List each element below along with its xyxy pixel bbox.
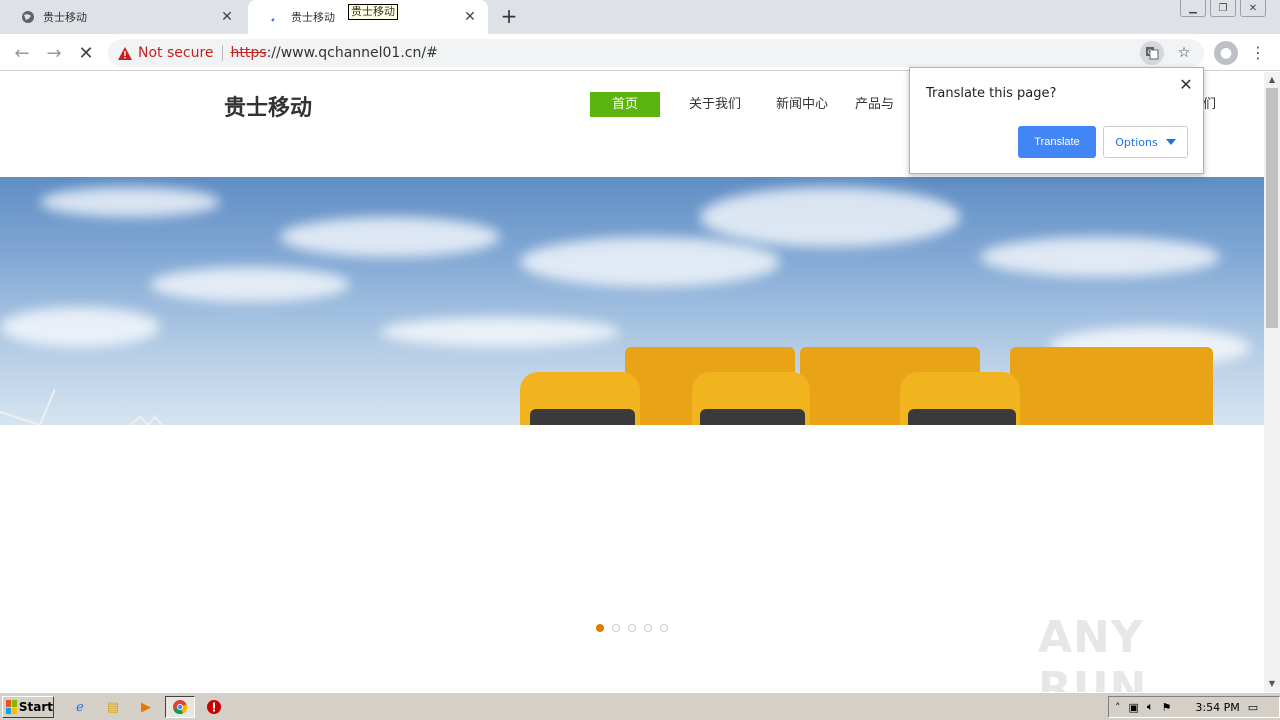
cloud [280, 217, 500, 257]
new-tab-button[interactable]: + [498, 6, 520, 28]
loading-spinner-icon [268, 10, 283, 25]
more-menu-icon[interactable]: ⋮ [1248, 41, 1268, 65]
carousel-indicators [596, 624, 668, 632]
globe-icon [20, 10, 35, 25]
close-window-icon[interactable]: ✕ [1240, 0, 1266, 17]
flag-icon[interactable]: ⚑ [1162, 701, 1172, 714]
url-scheme: https [230, 45, 267, 61]
internet-explorer-icon[interactable]: ℯ [70, 697, 90, 717]
divider [221, 45, 223, 61]
translate-icon[interactable]: G [1140, 41, 1164, 65]
windows-logo-icon [6, 700, 17, 714]
svg-text:G: G [1148, 49, 1153, 56]
close-icon[interactable]: ✕ [460, 7, 480, 27]
cloud [520, 237, 780, 287]
carousel-dot[interactable] [612, 624, 620, 632]
site-nav: 首页 关于我们 新闻中心 产品与 我们 [590, 92, 1216, 117]
windows-taskbar: Start ℯ ▤ ▶ ˄ ▣ 🔈︎ ⚑ 3:54 PM ▭ [0, 692, 1280, 720]
options-label: Options [1115, 135, 1158, 149]
translate-bubble: Translate this page? ✕ Translate Options [909, 67, 1204, 174]
cloud [380, 317, 620, 347]
translate-prompt: Translate this page? [926, 86, 1057, 101]
nav-item-about[interactable]: 关于我们 [689, 92, 741, 117]
nav-item-home[interactable]: 首页 [590, 92, 660, 117]
network-icon[interactable]: ▣ [1129, 701, 1139, 714]
restore-icon[interactable]: ❐ [1210, 0, 1236, 17]
cloud [700, 187, 960, 247]
cloud [0, 307, 160, 347]
tab-tooltip: 贵士移动 [348, 4, 398, 20]
back-arrow-icon[interactable]: ← [10, 41, 34, 65]
url-text: ://www.qchannel01.cn/# [266, 45, 438, 61]
security-indicator[interactable]: Not secure [118, 45, 214, 61]
nav-item-products[interactable]: 产品与 [855, 92, 894, 117]
carousel-dot[interactable] [660, 624, 668, 632]
media-player-icon[interactable]: ▶ [136, 697, 156, 717]
address-bar[interactable]: Not secure https ://www.qchannel01.cn/# … [108, 39, 1204, 67]
options-button[interactable]: Options [1103, 126, 1188, 158]
scroll-up-arrow-icon[interactable]: ▲ [1264, 72, 1280, 88]
browser-toolbar: ← → ✕ Not secure https ://www.qchannel01… [0, 34, 1280, 71]
carousel-dot[interactable] [644, 624, 652, 632]
cloud [40, 187, 220, 217]
tab-1[interactable]: 贵士移动 ✕ [0, 0, 245, 34]
chrome-icon[interactable] [165, 696, 195, 718]
start-button[interactable]: Start [2, 696, 54, 718]
close-icon[interactable]: ✕ [1177, 76, 1195, 94]
minimize-icon[interactable]: ▁ [1180, 0, 1206, 17]
forward-arrow-icon[interactable]: → [42, 41, 66, 65]
start-label: Start [18, 700, 53, 714]
anyrun-watermark: ANY RUN [1038, 612, 1148, 692]
volume-icon[interactable]: 🔈︎ [1147, 700, 1154, 714]
system-tray: ˄ ▣ 🔈︎ ⚑ 3:54 PM ▭ [1108, 696, 1280, 718]
show-hidden-icons-icon[interactable]: ˄ [1115, 701, 1121, 714]
hero-banner [0, 177, 1264, 425]
stop-loading-icon[interactable]: ✕ [74, 41, 98, 65]
tab-title: 贵士移动 [43, 11, 87, 24]
translate-button[interactable]: Translate [1018, 126, 1096, 158]
not-secure-label: Not secure [138, 45, 214, 61]
bookmark-star-icon[interactable]: ☆ [1172, 41, 1196, 65]
taskbar-clock[interactable]: 3:54 PM [1195, 701, 1239, 714]
carousel-dot[interactable] [628, 624, 636, 632]
caret-down-icon [1165, 139, 1176, 145]
cloud [980, 237, 1220, 277]
site-logo[interactable]: 贵士移动 [224, 90, 312, 122]
warning-icon [118, 46, 132, 60]
folder-icon[interactable]: ▤ [103, 697, 123, 717]
omnibox-actions: G ☆ [1140, 41, 1196, 65]
show-desktop-icon[interactable]: ▭ [1248, 701, 1258, 714]
cloud [150, 267, 350, 302]
close-icon[interactable]: ✕ [217, 7, 237, 27]
scroll-thumb[interactable] [1266, 88, 1278, 328]
wind-turbine-icon [0, 388, 163, 425]
window-controls: ▁ ❐ ✕ [1180, 0, 1266, 18]
page-scrollbar[interactable]: ▲ ▼ [1264, 72, 1280, 692]
tab-strip: 贵士移动 ✕ 贵士移动 ✕ 贵士移动 + ▁ ❐ ✕ [0, 0, 1280, 34]
scroll-down-arrow-icon[interactable]: ▼ [1264, 676, 1280, 692]
stop-sign-icon[interactable] [204, 697, 224, 717]
profile-avatar-icon[interactable]: ● [1214, 41, 1238, 65]
nav-item-news[interactable]: 新闻中心 [776, 92, 828, 117]
carousel-dot[interactable] [596, 624, 604, 632]
